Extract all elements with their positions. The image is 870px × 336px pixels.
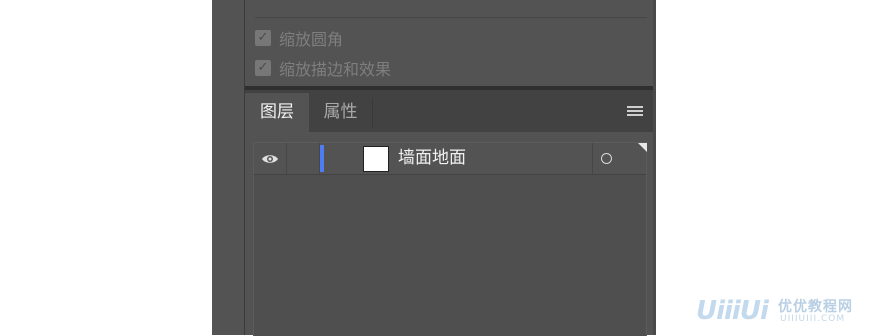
illustrator-panel-area: ✓ 缩放圆角 ✓ 缩放描边和效果 图层 属性 墙面地面 — [212, 0, 656, 336]
lock-toggle[interactable] — [287, 143, 320, 174]
scale-corners-label: 缩放圆角 — [279, 30, 344, 49]
hamburger-menu-icon[interactable] — [627, 106, 643, 118]
layer-name[interactable]: 墙面地面 — [398, 143, 466, 174]
watermark-cn-text: 优优教程网 — [778, 299, 853, 315]
tab-properties[interactable]: 属性 — [309, 93, 372, 132]
scale-corners-option[interactable]: ✓ 缩放圆角 — [255, 28, 344, 49]
layers-panel: 图层 属性 墙面地面 — [245, 90, 653, 336]
target-cell — [592, 143, 647, 174]
layer-thumbnail — [363, 146, 389, 172]
scale-corners-checkbox[interactable]: ✓ — [255, 30, 271, 46]
tab-layers[interactable]: 图层 — [245, 93, 309, 132]
watermark: UiiiUi 优优教程网 UIIIUIII.COM — [696, 290, 866, 330]
scale-strokes-effects-option[interactable]: ✓ 缩放描边和效果 — [255, 58, 392, 79]
left-dock-strip — [212, 0, 245, 335]
watermark-logo: UiiiUi — [696, 296, 769, 326]
visibility-toggle[interactable] — [254, 143, 287, 174]
eye-icon — [262, 154, 278, 163]
watermark-en-text: UIIIUIII.COM — [780, 314, 846, 324]
layer-color-indicator — [320, 145, 324, 172]
scale-strokes-effects-label: 缩放描边和效果 — [279, 60, 392, 79]
layer-row[interactable]: 墙面地面 — [254, 143, 647, 175]
target-circle-icon[interactable] — [601, 153, 612, 164]
transform-panel: ✓ 缩放圆角 ✓ 缩放描边和效果 — [245, 0, 653, 86]
tab-separator — [372, 98, 373, 128]
scale-strokes-effects-checkbox[interactable]: ✓ — [255, 60, 271, 76]
layer-list: 墙面地面 — [253, 142, 647, 336]
panel-separator — [255, 17, 647, 18]
selection-corner-icon — [638, 143, 647, 152]
layers-panel-tabbar: 图层 属性 — [245, 90, 653, 132]
